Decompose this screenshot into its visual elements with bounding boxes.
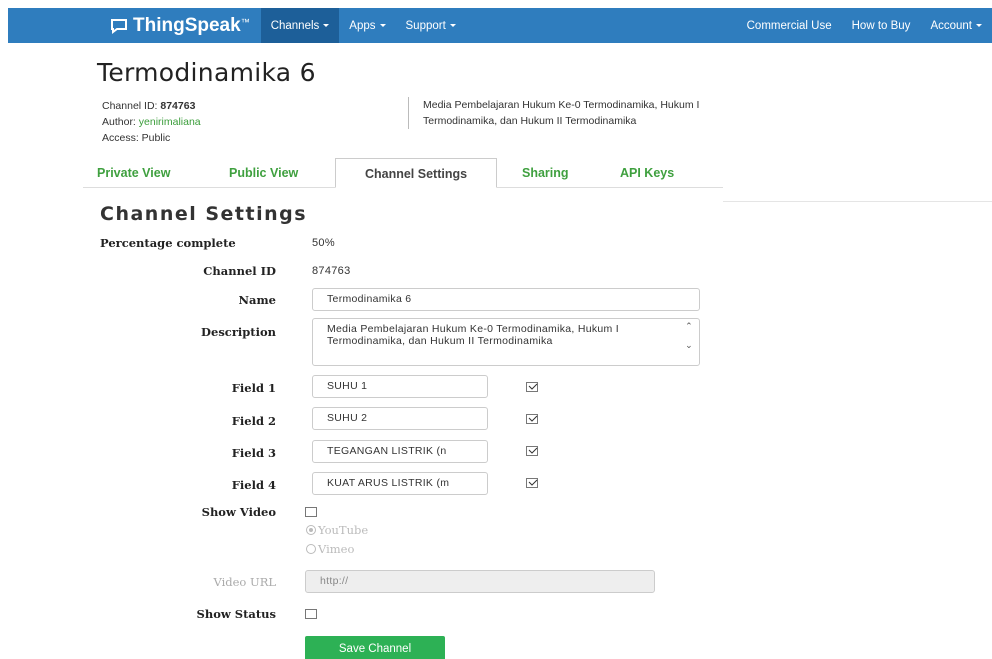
vimeo-radio-label: Vimeo: [318, 542, 355, 556]
channel-meta: Channel ID: 874763 Author: yenirimaliana…: [102, 98, 201, 146]
channel-id-field-value: 874763: [312, 265, 351, 277]
percentage-label: Percentage complete: [100, 236, 236, 250]
nav-support[interactable]: Support: [396, 8, 466, 43]
description-textarea[interactable]: Media Pembelajaran Hukum Ke-0 Termodinam…: [312, 318, 700, 366]
brand-name: ThingSpeak: [133, 14, 241, 36]
channel-tabs: Private View Public View Channel Setting…: [83, 158, 723, 188]
field-1-checkbox[interactable]: [526, 382, 538, 392]
save-channel-button[interactable]: Save Channel: [305, 636, 445, 659]
name-label: Name: [238, 293, 276, 307]
author-line: Author: yenirimaliana: [102, 114, 201, 130]
youtube-radio-label: YouTube: [318, 523, 369, 537]
show-video-checkbox[interactable]: [305, 507, 317, 517]
nav-support-label: Support: [405, 19, 446, 32]
vimeo-radio[interactable]: Vimeo: [306, 542, 354, 556]
percentage-value: 50%: [312, 237, 335, 249]
channel-id-value: 874763: [160, 100, 196, 112]
channel-id-line: Channel ID: 874763: [102, 98, 201, 114]
tab-sharing[interactable]: Sharing: [510, 158, 581, 188]
nav-apps-label: Apps: [349, 19, 376, 32]
channel-id-label: Channel ID:: [102, 100, 158, 112]
section-title: Channel Settings: [100, 203, 308, 225]
author-label: Author:: [102, 116, 136, 128]
brand-tm: ™: [240, 16, 250, 27]
field-2-label: Field 2: [231, 414, 276, 428]
field-2-input[interactable]: SUHU 2: [312, 407, 488, 430]
divider: [723, 201, 992, 202]
field-3-input[interactable]: TEGANGAN LISTRIK (n: [312, 440, 488, 463]
chevron-up-icon[interactable]: ⌃: [685, 320, 693, 332]
video-url-label: Video URL: [213, 575, 276, 589]
tab-api-keys[interactable]: API Keys: [608, 158, 686, 188]
nav-channels[interactable]: Channels: [260, 8, 340, 43]
nav-account-label: Account: [930, 19, 972, 32]
chevron-down-icon: [379, 24, 386, 27]
field-2-checkbox[interactable]: [526, 414, 538, 424]
checkmark-icon: [528, 479, 538, 486]
tab-public-view[interactable]: Public View: [217, 158, 310, 188]
nav-how-to-buy[interactable]: How to Buy: [842, 8, 921, 43]
nav-account[interactable]: Account: [920, 8, 992, 43]
nav-channels-label: Channels: [270, 19, 320, 32]
channel-id-field-label: Channel ID: [203, 264, 276, 278]
top-navbar: ThingSpeak ™ Channels Apps Support Commer…: [8, 8, 992, 43]
chevron-down-icon[interactable]: ⌄: [685, 339, 693, 351]
show-video-label: Show Video: [201, 505, 276, 519]
thingspeak-logo[interactable]: ThingSpeak ™: [110, 8, 250, 43]
tab-private-view[interactable]: Private View: [85, 158, 182, 188]
show-status-checkbox[interactable]: [305, 609, 317, 619]
nav-right-group: Commercial Use How to Buy Account: [737, 8, 992, 43]
youtube-radio[interactable]: YouTube: [306, 523, 368, 537]
nav-apps[interactable]: Apps: [339, 8, 395, 43]
channel-description: Media Pembelajaran Hukum Ke-0 Termodinam…: [408, 97, 718, 129]
chevron-down-icon: [449, 24, 456, 27]
access-line: Access: Public: [102, 132, 171, 144]
show-status-label: Show Status: [196, 607, 276, 621]
field-4-input[interactable]: KUAT ARUS LISTRIK (m: [312, 472, 488, 495]
field-4-label: Field 4: [231, 478, 276, 492]
field-1-label: Field 1: [231, 381, 276, 395]
checkmark-icon: [528, 447, 538, 454]
chevron-down-icon: [976, 24, 982, 27]
radio-unselected-icon: [306, 544, 316, 554]
checkmark-icon: [528, 415, 538, 422]
chevron-down-icon: [323, 24, 330, 27]
field-3-checkbox[interactable]: [526, 446, 538, 456]
chat-bubble-icon: [111, 18, 127, 34]
description-label: Description: [201, 325, 276, 339]
page-title: Termodinamika 6: [97, 58, 316, 87]
field-1-input[interactable]: SUHU 1: [312, 375, 488, 398]
field-3-label: Field 3: [231, 446, 276, 460]
tab-channel-settings[interactable]: Channel Settings: [335, 158, 497, 188]
video-url-input[interactable]: http://: [305, 570, 655, 593]
radio-selected-icon: [306, 525, 316, 535]
nav-commercial-use-label: Commercial Use: [746, 19, 832, 32]
description-text: Media Pembelajaran Hukum Ke-0 Termodinam…: [327, 323, 620, 347]
checkmark-icon: [528, 383, 538, 390]
nav-how-to-buy-label: How to Buy: [851, 19, 911, 32]
nav-commercial-use[interactable]: Commercial Use: [737, 8, 842, 43]
name-input[interactable]: Termodinamika 6: [312, 288, 700, 311]
field-4-checkbox[interactable]: [526, 478, 538, 488]
author-link[interactable]: yenirimaliana: [139, 116, 201, 128]
